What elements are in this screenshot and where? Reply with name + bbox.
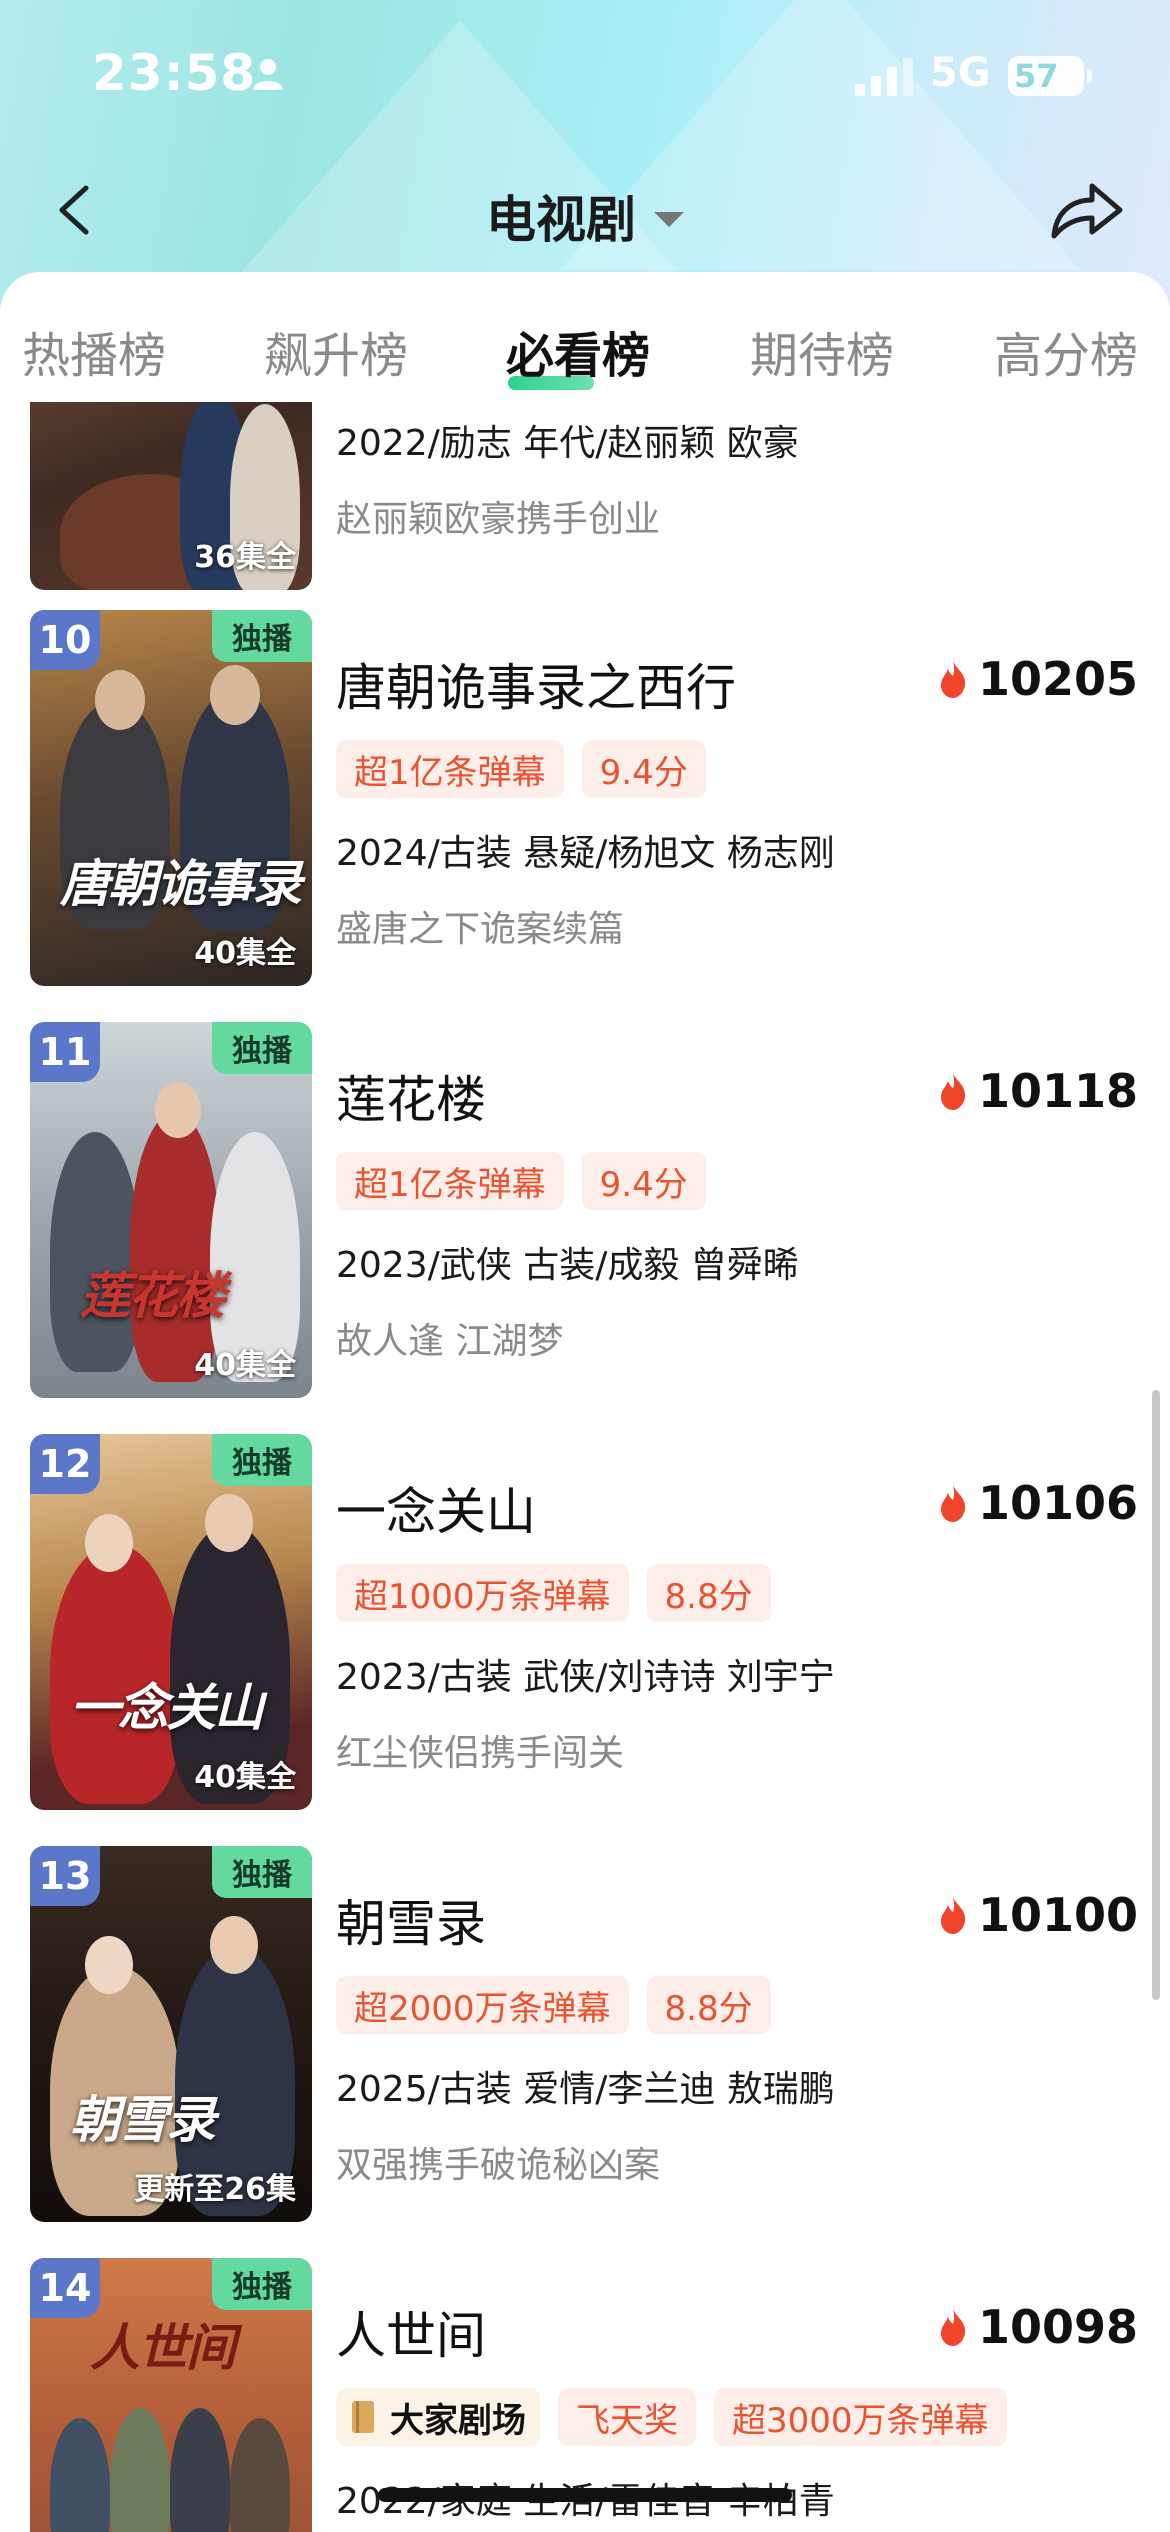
list-item[interactable]: 莲花楼 11 独播 40集全 莲花楼 10118 超1亿条弹幕 9.4分 202… [0,1022,1170,1402]
battery-icon: 57 [1008,56,1092,96]
chevron-down-icon [654,211,684,227]
drama-meta: 2023/古装 武侠/刘诗诗 刘宇宁 [336,1657,835,1698]
danmaku-tag: 超2000万条弹幕 [336,1976,629,2034]
status-bar: 23:58 5G 57 [0,0,1170,150]
drama-desc: 故人逢 江湖梦 [336,1321,564,1362]
poster-image[interactable]: 一念关山 12 独播 40集全 [30,1434,312,1810]
poster-title: 莲花楼 [80,1266,226,1325]
home-indicator[interactable] [378,2488,792,2502]
episode-count: 40集全 [194,1348,296,1383]
signal-icon [855,58,913,96]
tag-row: 超1亿条弹幕 9.4分 [336,740,706,798]
battery-level: 57 [1014,57,1059,95]
tag-row: 超2000万条弹幕 8.8分 [336,1976,771,2034]
poster-title: 唐朝诡事录 [60,854,302,913]
drama-title[interactable]: 莲花楼 [336,1060,486,1132]
tag-row: 超1000万条弹幕 8.8分 [336,1564,771,1622]
poster-image[interactable]: 朝雪录 13 独播 更新至26集 [30,1846,312,2222]
flame-icon [940,1897,966,1934]
poster-image[interactable]: 人世间 14 独播 [30,2258,312,2532]
book-icon [352,2401,374,2433]
drama-meta: 2024/古装 悬疑/杨旭文 杨志刚 [336,833,835,874]
drama-title[interactable]: 唐朝诡事录之西行 [336,648,736,720]
drama-meta: 2022/励志 年代/赵丽颖 欧豪 [336,423,799,464]
score-tag: 9.4分 [581,1152,706,1210]
drama-list: 36集全 2022/励志 年代/赵丽颖 欧豪 赵丽颖欧豪携手创业 唐朝诡事录 1… [0,402,1170,2532]
episode-count: 更新至26集 [134,2172,296,2207]
flame-icon [940,1485,966,1522]
tab-anticipated[interactable]: 期待榜 [750,316,894,386]
category-dropdown[interactable]: 电视剧 [486,180,684,252]
award-tag: 飞天奖 [558,2388,696,2446]
poster-image[interactable]: 36集全 [30,402,312,590]
score-tag: 8.8分 [646,1976,771,2034]
score-tag: 8.8分 [646,1564,771,1622]
nav-bar: 电视剧 [0,160,1170,260]
danmaku-tag: 超1亿条弹幕 [336,740,564,798]
network-type: 5G [930,50,991,96]
drama-desc: 双强携手破诡秘凶案 [336,2145,661,2186]
rank-badge: 11 [30,1022,100,1082]
list-item[interactable]: 朝雪录 13 独播 更新至26集 朝雪录 10100 超2000万条弹幕 8.8… [0,1846,1170,2226]
episode-count: 40集全 [194,1760,296,1795]
drama-desc: 盛唐之下诡案续篇 [336,909,625,950]
heat-score: 10106 [938,1476,1138,1530]
share-icon[interactable] [1046,174,1126,244]
drama-title[interactable]: 一念关山 [336,1472,536,1544]
rank-badge: 14 [30,2258,100,2318]
exclusive-badge: 独播 [212,2258,312,2310]
exclusive-badge: 独播 [212,1846,312,1898]
tab-hot[interactable]: 热播榜 [22,316,166,386]
ranking-panel: 热播榜 飙升榜 必看榜 期待榜 高分榜 36集全 2022/励志 年代/赵丽颖 … [0,272,1170,2532]
heat-score: 10118 [938,1064,1138,1118]
person-icon [253,59,283,90]
status-time: 23:58 [92,44,257,102]
poster-title: 一念关山 [70,1678,264,1737]
episode-count: 40集全 [194,936,296,971]
exclusive-badge: 独播 [212,1022,312,1074]
episode-count: 36集全 [194,540,296,575]
drama-title[interactable]: 人世间 [336,2296,486,2368]
heat-score: 10100 [938,1888,1138,1942]
flame-icon [940,2309,966,2346]
tab-must-watch[interactable]: 必看榜 [506,316,650,390]
list-item[interactable]: 36集全 2022/励志 年代/赵丽颖 欧豪 赵丽颖欧豪携手创业 [0,402,1170,594]
theater-badge: 大家剧场 [336,2388,540,2446]
poster-image[interactable]: 唐朝诡事录 10 独播 40集全 [30,610,312,986]
drama-desc: 红尘侠侣携手闯关 [336,1733,625,1774]
heat-score: 10098 [938,2300,1138,2354]
flame-icon [940,1073,966,1110]
danmaku-tag: 超1000万条弹幕 [336,1564,629,1622]
danmaku-tag: 超3000万条弹幕 [714,2388,1007,2446]
poster-title: 人世间 [90,2318,236,2377]
drama-desc: 赵丽颖欧豪携手创业 [336,499,661,540]
exclusive-badge: 独播 [212,1434,312,1486]
rank-badge: 12 [30,1434,100,1494]
score-tag: 9.4分 [581,740,706,798]
tab-rising[interactable]: 飙升榜 [264,316,408,386]
page-title: 电视剧 [486,191,636,249]
poster-image[interactable]: 莲花楼 11 独播 40集全 [30,1022,312,1398]
rank-badge: 13 [30,1846,100,1906]
tab-top-rated[interactable]: 高分榜 [994,316,1138,386]
drama-meta: 2025/古装 爱情/李兰迪 敖瑞鹏 [336,2069,835,2110]
tag-row: 大家剧场 飞天奖 超3000万条弹幕 [336,2388,1007,2446]
drama-meta: 2023/武侠 古装/成毅 曾舜晞 [336,1245,799,1286]
danmaku-tag: 超1亿条弹幕 [336,1152,564,1210]
list-item[interactable]: 唐朝诡事录 10 独播 40集全 唐朝诡事录之西行 10205 超1亿条弹幕 9… [0,610,1170,990]
poster-title: 朝雪录 [70,2090,216,2149]
heat-score: 10205 [938,652,1138,706]
exclusive-badge: 独播 [212,610,312,662]
rank-badge: 10 [30,610,100,670]
flame-icon [940,661,966,698]
scrollbar[interactable] [1152,1390,1160,2000]
tag-row: 超1亿条弹幕 9.4分 [336,1152,706,1210]
ranking-tabs: 热播榜 飙升榜 必看榜 期待榜 高分榜 [0,316,1170,406]
page-title-wrap: 电视剧 [0,180,1170,252]
list-item[interactable]: 一念关山 12 独播 40集全 一念关山 10106 超1000万条弹幕 8.8… [0,1434,1170,1814]
drama-title[interactable]: 朝雪录 [336,1884,486,1956]
